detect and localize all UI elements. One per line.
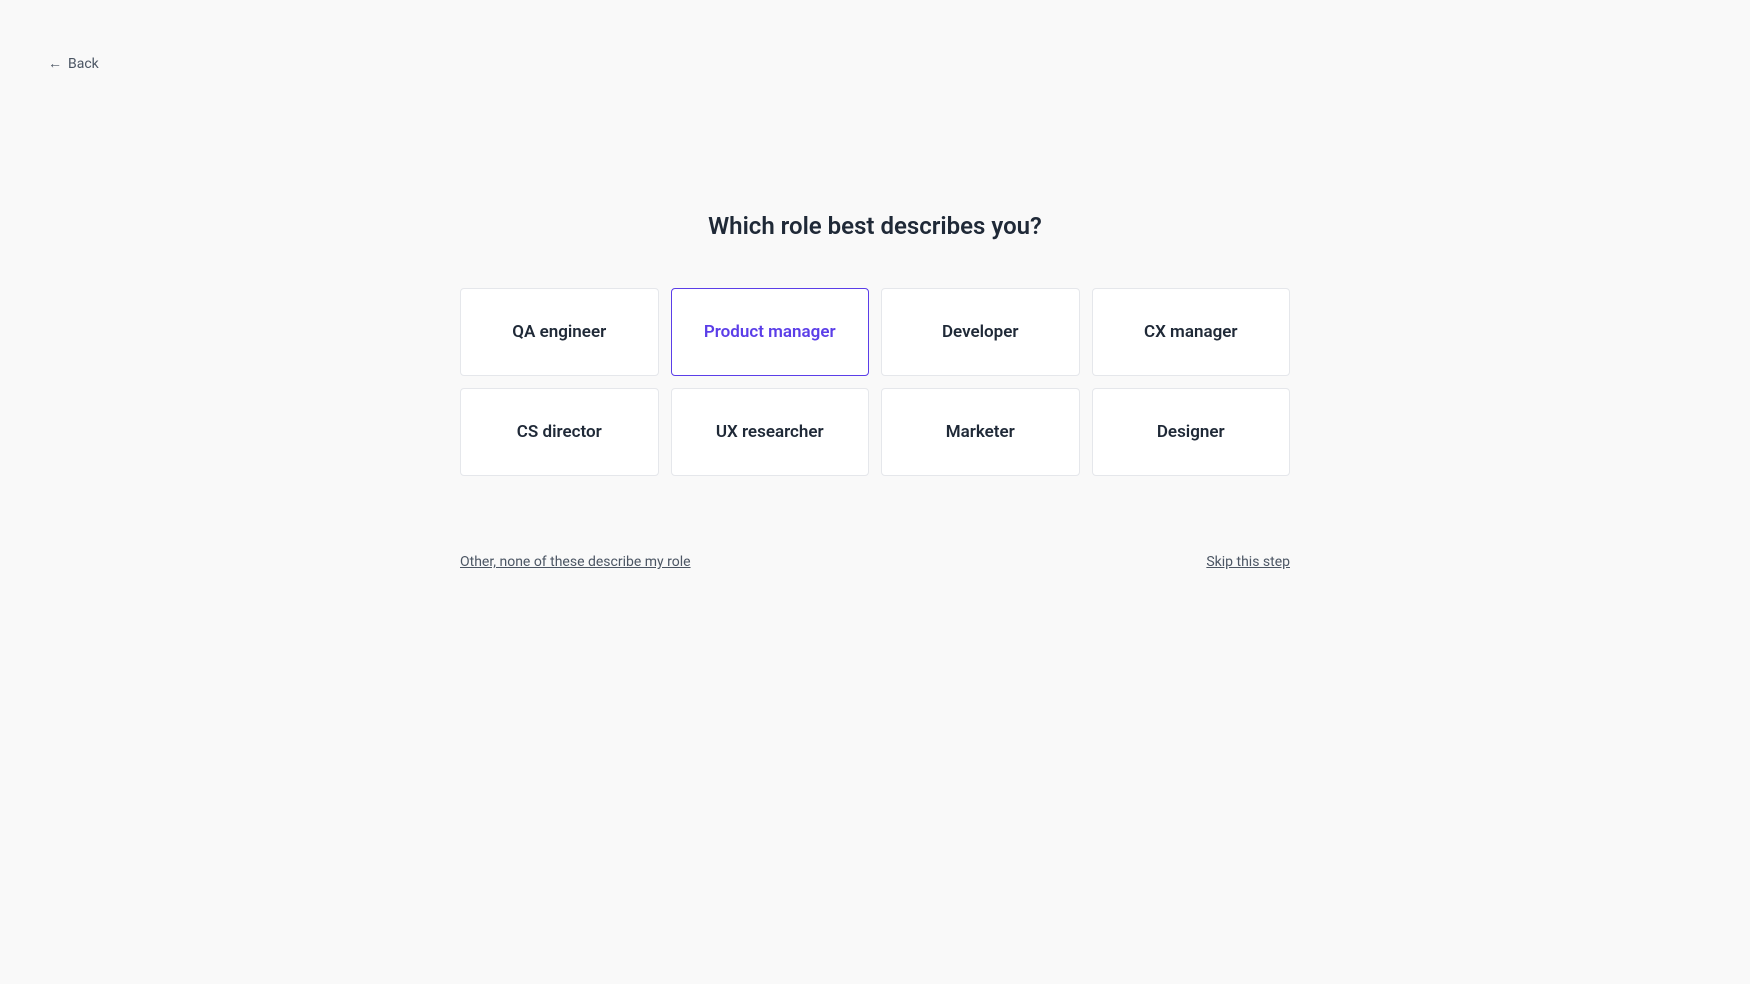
back-button[interactable]: ← Back xyxy=(48,56,99,72)
role-label: Designer xyxy=(1157,422,1225,442)
skip-step-link[interactable]: Skip this step xyxy=(1206,554,1290,570)
role-card-cx-manager[interactable]: CX manager xyxy=(1092,288,1291,376)
other-role-link[interactable]: Other, none of these describe my role xyxy=(460,554,691,570)
role-selection-container: Which role best describes you? QA engine… xyxy=(460,0,1290,570)
role-label: CS director xyxy=(517,422,602,442)
role-card-qa-engineer[interactable]: QA engineer xyxy=(460,288,659,376)
back-label: Back xyxy=(68,56,99,72)
role-label: Marketer xyxy=(946,422,1015,442)
role-card-developer[interactable]: Developer xyxy=(881,288,1080,376)
role-grid: QA engineer Product manager Developer CX… xyxy=(460,288,1290,476)
role-label: Product manager xyxy=(704,322,836,342)
role-label: Developer xyxy=(942,322,1019,342)
role-card-ux-researcher[interactable]: UX researcher xyxy=(671,388,870,476)
role-label: QA engineer xyxy=(512,322,606,342)
page-heading: Which role best describes you? xyxy=(460,212,1290,240)
role-card-marketer[interactable]: Marketer xyxy=(881,388,1080,476)
role-label: UX researcher xyxy=(716,422,824,442)
role-card-cs-director[interactable]: CS director xyxy=(460,388,659,476)
role-card-product-manager[interactable]: Product manager xyxy=(671,288,870,376)
role-card-designer[interactable]: Designer xyxy=(1092,388,1291,476)
footer-links: Other, none of these describe my role Sk… xyxy=(460,554,1290,570)
arrow-left-icon: ← xyxy=(48,57,62,71)
role-label: CX manager xyxy=(1144,322,1238,342)
